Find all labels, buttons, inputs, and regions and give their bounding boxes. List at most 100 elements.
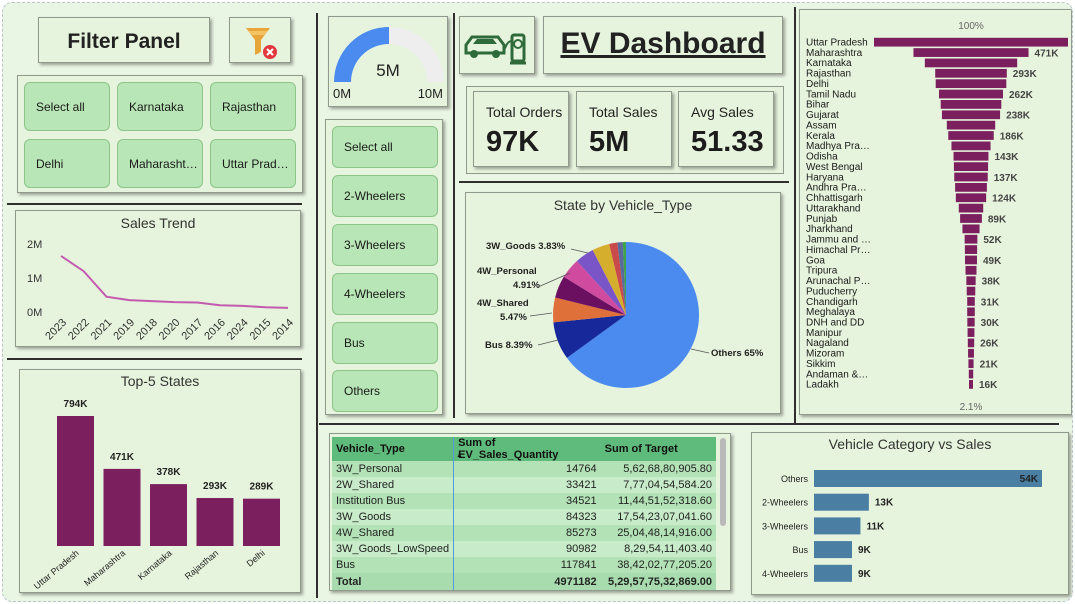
- table-cell: Institution Bus: [332, 493, 454, 509]
- kpi-total-sales: Total Sales 5M: [576, 91, 672, 167]
- table-cell: 5,62,68,80,905.80: [600, 461, 716, 477]
- funnel-bar: [946, 120, 996, 130]
- funnel-bar: [913, 48, 1029, 57]
- separator: [794, 7, 796, 425]
- funnel-bar: [940, 100, 1002, 109]
- table-cell: 3W_Personal: [332, 461, 454, 477]
- vehicle-option[interactable]: Select all: [332, 126, 438, 168]
- funnel-bar: [953, 162, 989, 172]
- table-cell: 90982: [453, 541, 601, 557]
- column-header[interactable]: Vehicle_Type: [332, 437, 454, 461]
- table-row[interactable]: Bus 117841 38,42,02,77,205.20: [332, 557, 716, 573]
- pie-data-label: 4W_Shared: [477, 298, 529, 309]
- table-cell: 38,42,02,77,205.20: [600, 557, 716, 573]
- y-tick-label: 1M: [27, 273, 42, 285]
- top5-bar: [150, 484, 187, 546]
- funnel-bar: [935, 68, 1007, 78]
- kpi-avg-sales: Avg Sales 51.33: [678, 91, 774, 167]
- separator: [7, 358, 302, 360]
- filter-panel-title-card: Filter Panel: [38, 17, 210, 63]
- category-label: 4-Wheelers: [762, 569, 809, 579]
- top5-bar: [243, 498, 280, 546]
- clear-filters-button[interactable]: [229, 17, 291, 63]
- top5-data-label: 378K: [157, 467, 182, 478]
- top5-bar: [57, 416, 94, 546]
- pie-data-label: Others 65%: [711, 348, 764, 359]
- funnel-category-label: Rajasthan: [806, 69, 851, 80]
- state-option[interactable]: Select all: [24, 82, 110, 131]
- x-tick-label: 2019: [111, 317, 137, 343]
- state-option[interactable]: Rajasthan: [210, 82, 296, 131]
- separator: [319, 423, 1059, 425]
- pie-leader-line: [529, 312, 553, 317]
- funnel-data-label: 26K: [980, 339, 999, 350]
- funnel-category-label: Puducherry: [806, 286, 857, 297]
- table-cell: 7,77,04,54,584.20: [600, 477, 716, 493]
- funnel-category-label: Punjab: [806, 214, 838, 225]
- funnel-data-label: 186K: [1000, 131, 1025, 142]
- state-slicer: Select all Karnataka Rajasthan Delhi Mah…: [17, 75, 303, 193]
- funnel-category-label: Himachal Pr…: [806, 245, 870, 256]
- kpi-label: Avg Sales: [691, 104, 754, 120]
- state-option[interactable]: Uttar Prad…: [210, 139, 296, 188]
- top5-data-label: 794K: [64, 399, 89, 410]
- table-row[interactable]: 2W_Shared 33421 7,77,04,54,584.20: [332, 477, 716, 493]
- table-cell: 3W_Goods: [332, 509, 454, 525]
- vehicle-option[interactable]: Bus: [332, 322, 438, 364]
- table-total-row: Total 4971182 5,29,57,75,32,869.00: [332, 573, 716, 590]
- category-data-label: 11K: [866, 521, 885, 532]
- top5-category-label: Maharashtra: [82, 548, 127, 588]
- funnel-bar: [953, 151, 989, 161]
- table-row[interactable]: 4W_Shared 85273 25,04,48,14,916.00: [332, 525, 716, 541]
- category-bar: [814, 493, 869, 511]
- column-header[interactable]: Sum of EV_Sales_Quantity: [453, 437, 601, 461]
- column-header[interactable]: Sum of Target: [600, 437, 716, 461]
- state-option[interactable]: Karnataka: [117, 82, 203, 131]
- funnel-bar: [964, 234, 978, 244]
- table-scrollbar[interactable]: [720, 438, 726, 526]
- top5-category-label: Uttar Pradesh: [32, 548, 81, 591]
- funnel-bar: [969, 380, 973, 389]
- vehicle-option[interactable]: 4-Wheelers: [332, 273, 438, 315]
- funnel-data-label: 137K: [994, 173, 1019, 184]
- vehicle-option[interactable]: 2-Wheelers: [332, 175, 438, 217]
- vehicle-option[interactable]: 3-Wheelers: [332, 224, 438, 266]
- pie-data-label: 5.47%: [500, 312, 527, 323]
- funnel-top-label: 100%: [958, 21, 984, 32]
- funnel-category-label: Maharashtra: [806, 48, 863, 59]
- table-row[interactable]: 3W_Goods 84323 17,54,23,07,041.60: [332, 509, 716, 525]
- dashboard-title: EV Dashboard: [560, 27, 766, 60]
- funnel-category-label: Gujarat: [806, 110, 839, 121]
- kpi-value: 97K: [486, 126, 540, 158]
- x-tick-label: 2020: [157, 317, 183, 343]
- category-data-label: 13K: [875, 498, 894, 509]
- pie-leader-line: [690, 348, 710, 354]
- top5-data-label: 471K: [110, 452, 135, 463]
- funnel-bar: [968, 348, 974, 358]
- kpi-label: Total Sales: [589, 104, 658, 120]
- table-row[interactable]: 3W_Goods_LowSpeed 90982 8,29,54,11,403.40: [332, 541, 716, 557]
- top5-category-label: Karnataka: [136, 548, 174, 582]
- funnel-bar: [948, 131, 994, 140]
- funnel-bar: [951, 141, 991, 151]
- vehicle-type-table: Vehicle_Type Sum of EV_Sales_Quantity Su…: [332, 437, 716, 590]
- funnel-bar: [938, 89, 1004, 99]
- funnel-category-label: Tamil Nadu: [806, 89, 856, 100]
- state-option[interactable]: Delhi: [24, 139, 110, 188]
- table-row[interactable]: 3W_Personal 14764 5,62,68,80,905.80: [332, 461, 716, 477]
- top5-data-label: 293K: [203, 481, 228, 492]
- sort-arrow-icon[interactable]: ▲: [456, 452, 463, 459]
- pie-data-label: Bus 8.39%: [485, 340, 533, 351]
- table-cell: 34521: [453, 493, 601, 509]
- ev-charging-car-icon: [464, 33, 526, 65]
- funnel-category-label: Haryana: [806, 172, 844, 183]
- kpi-label: Total Orders: [486, 104, 563, 120]
- vehicle-option[interactable]: Others: [332, 370, 438, 412]
- total-cell: 5,29,57,75,32,869.00: [600, 573, 716, 590]
- funnel-category-label: Chandigarh: [806, 297, 858, 308]
- table-row[interactable]: Institution Bus 34521 11,44,51,52,318.60: [332, 493, 716, 509]
- separator: [316, 13, 318, 598]
- state-option[interactable]: Maharasht…: [117, 139, 203, 188]
- category-bar: [814, 564, 852, 582]
- funnel-category-label: Chhattisgarh: [806, 193, 863, 204]
